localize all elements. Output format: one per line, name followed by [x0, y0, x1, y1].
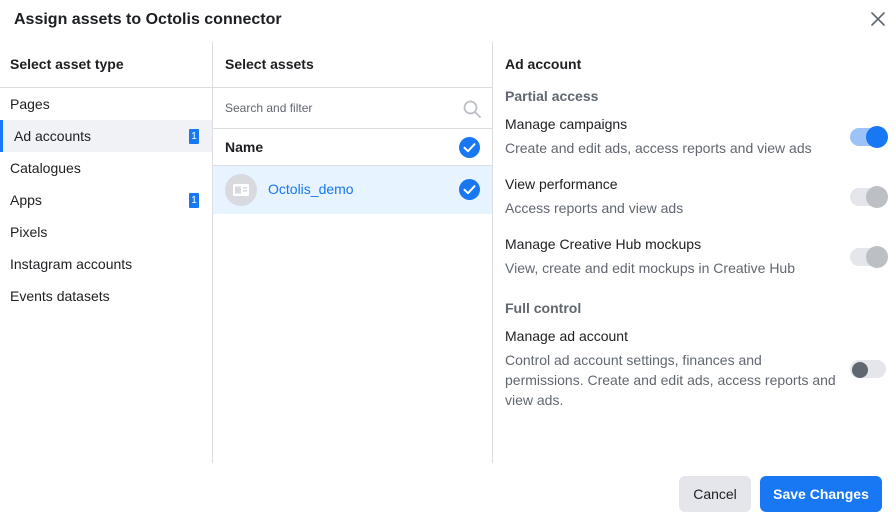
asset-type-label: Events datasets: [10, 288, 110, 304]
search-input[interactable]: [225, 98, 455, 118]
close-button[interactable]: [866, 7, 890, 31]
column-divider: [492, 42, 493, 463]
view-performance-toggle[interactable]: [850, 186, 888, 208]
toggle-knob: [866, 186, 888, 208]
toggle-knob: [866, 126, 888, 148]
toggle-knob: [852, 362, 868, 378]
ad-account-avatar: [225, 174, 257, 206]
count-badge: 1: [189, 193, 199, 208]
dialog-title: Assign assets to Octolis connector: [14, 11, 282, 28]
asset-type-events-datasets[interactable]: Events datasets: [0, 280, 212, 312]
manage-campaigns-toggle[interactable]: [850, 126, 888, 148]
partial-access-label: Partial access: [505, 88, 599, 104]
name-column-label: Name: [225, 139, 264, 155]
asset-type-catalogues[interactable]: Catalogues: [0, 152, 212, 184]
asset-type-pixels[interactable]: Pixels: [0, 216, 212, 248]
asset-type-label: Pages: [10, 96, 50, 112]
manage-ad-account-toggle[interactable]: [850, 360, 886, 378]
permission-title: View performance: [505, 176, 618, 192]
asset-type-pages[interactable]: Pages: [0, 88, 212, 120]
asset-type-label: Ad accounts: [14, 128, 92, 144]
full-control-label: Full control: [505, 300, 582, 316]
asset-checkbox[interactable]: [459, 179, 480, 200]
asset-type-label: Instagram accounts: [10, 256, 133, 272]
asset-type-list: Pages Ad accounts 1 Catalogues Apps 1 Pi…: [0, 87, 212, 312]
name-column-header: Name: [213, 129, 492, 166]
permissions-header: Ad account: [505, 56, 582, 72]
asset-type-label: Catalogues: [10, 160, 81, 176]
cancel-button[interactable]: Cancel: [679, 476, 751, 512]
asset-type-label: Apps: [10, 192, 42, 208]
permission-description: Control ad account settings, finances an…: [505, 352, 836, 408]
asset-type-apps[interactable]: Apps 1: [0, 184, 212, 216]
permission-description: Create and edit ads, access reports and …: [505, 140, 812, 156]
search-icon: [463, 100, 481, 118]
select-assets-header: Select assets: [225, 56, 314, 72]
asset-name: Octolis_demo: [268, 181, 354, 197]
permission-title: Manage campaigns: [505, 116, 628, 132]
save-changes-button[interactable]: Save Changes: [760, 476, 882, 512]
permission-description: Access reports and view ads: [505, 200, 684, 216]
assign-assets-dialog: Assign assets to Octolis connector Selec…: [0, 0, 896, 520]
permission-title: Manage Creative Hub mockups: [505, 236, 702, 252]
asset-type-ad-accounts[interactable]: Ad accounts 1: [0, 120, 212, 152]
permission-description: View, create and edit mockups in Creativ…: [505, 260, 796, 276]
ad-account-icon: [233, 184, 249, 196]
search-row: [213, 87, 492, 129]
asset-type-label: Pixels: [10, 224, 48, 240]
asset-type-header: Select asset type: [10, 56, 124, 72]
toggle-knob: [866, 246, 888, 268]
asset-row[interactable]: Octolis_demo: [213, 166, 492, 214]
select-all-checkbox[interactable]: [459, 137, 480, 158]
close-icon: [871, 12, 885, 26]
asset-type-instagram-accounts[interactable]: Instagram accounts: [0, 248, 212, 280]
count-badge: 1: [189, 129, 199, 144]
permission-title: Manage ad account: [505, 328, 628, 344]
creative-hub-toggle[interactable]: [850, 246, 888, 268]
